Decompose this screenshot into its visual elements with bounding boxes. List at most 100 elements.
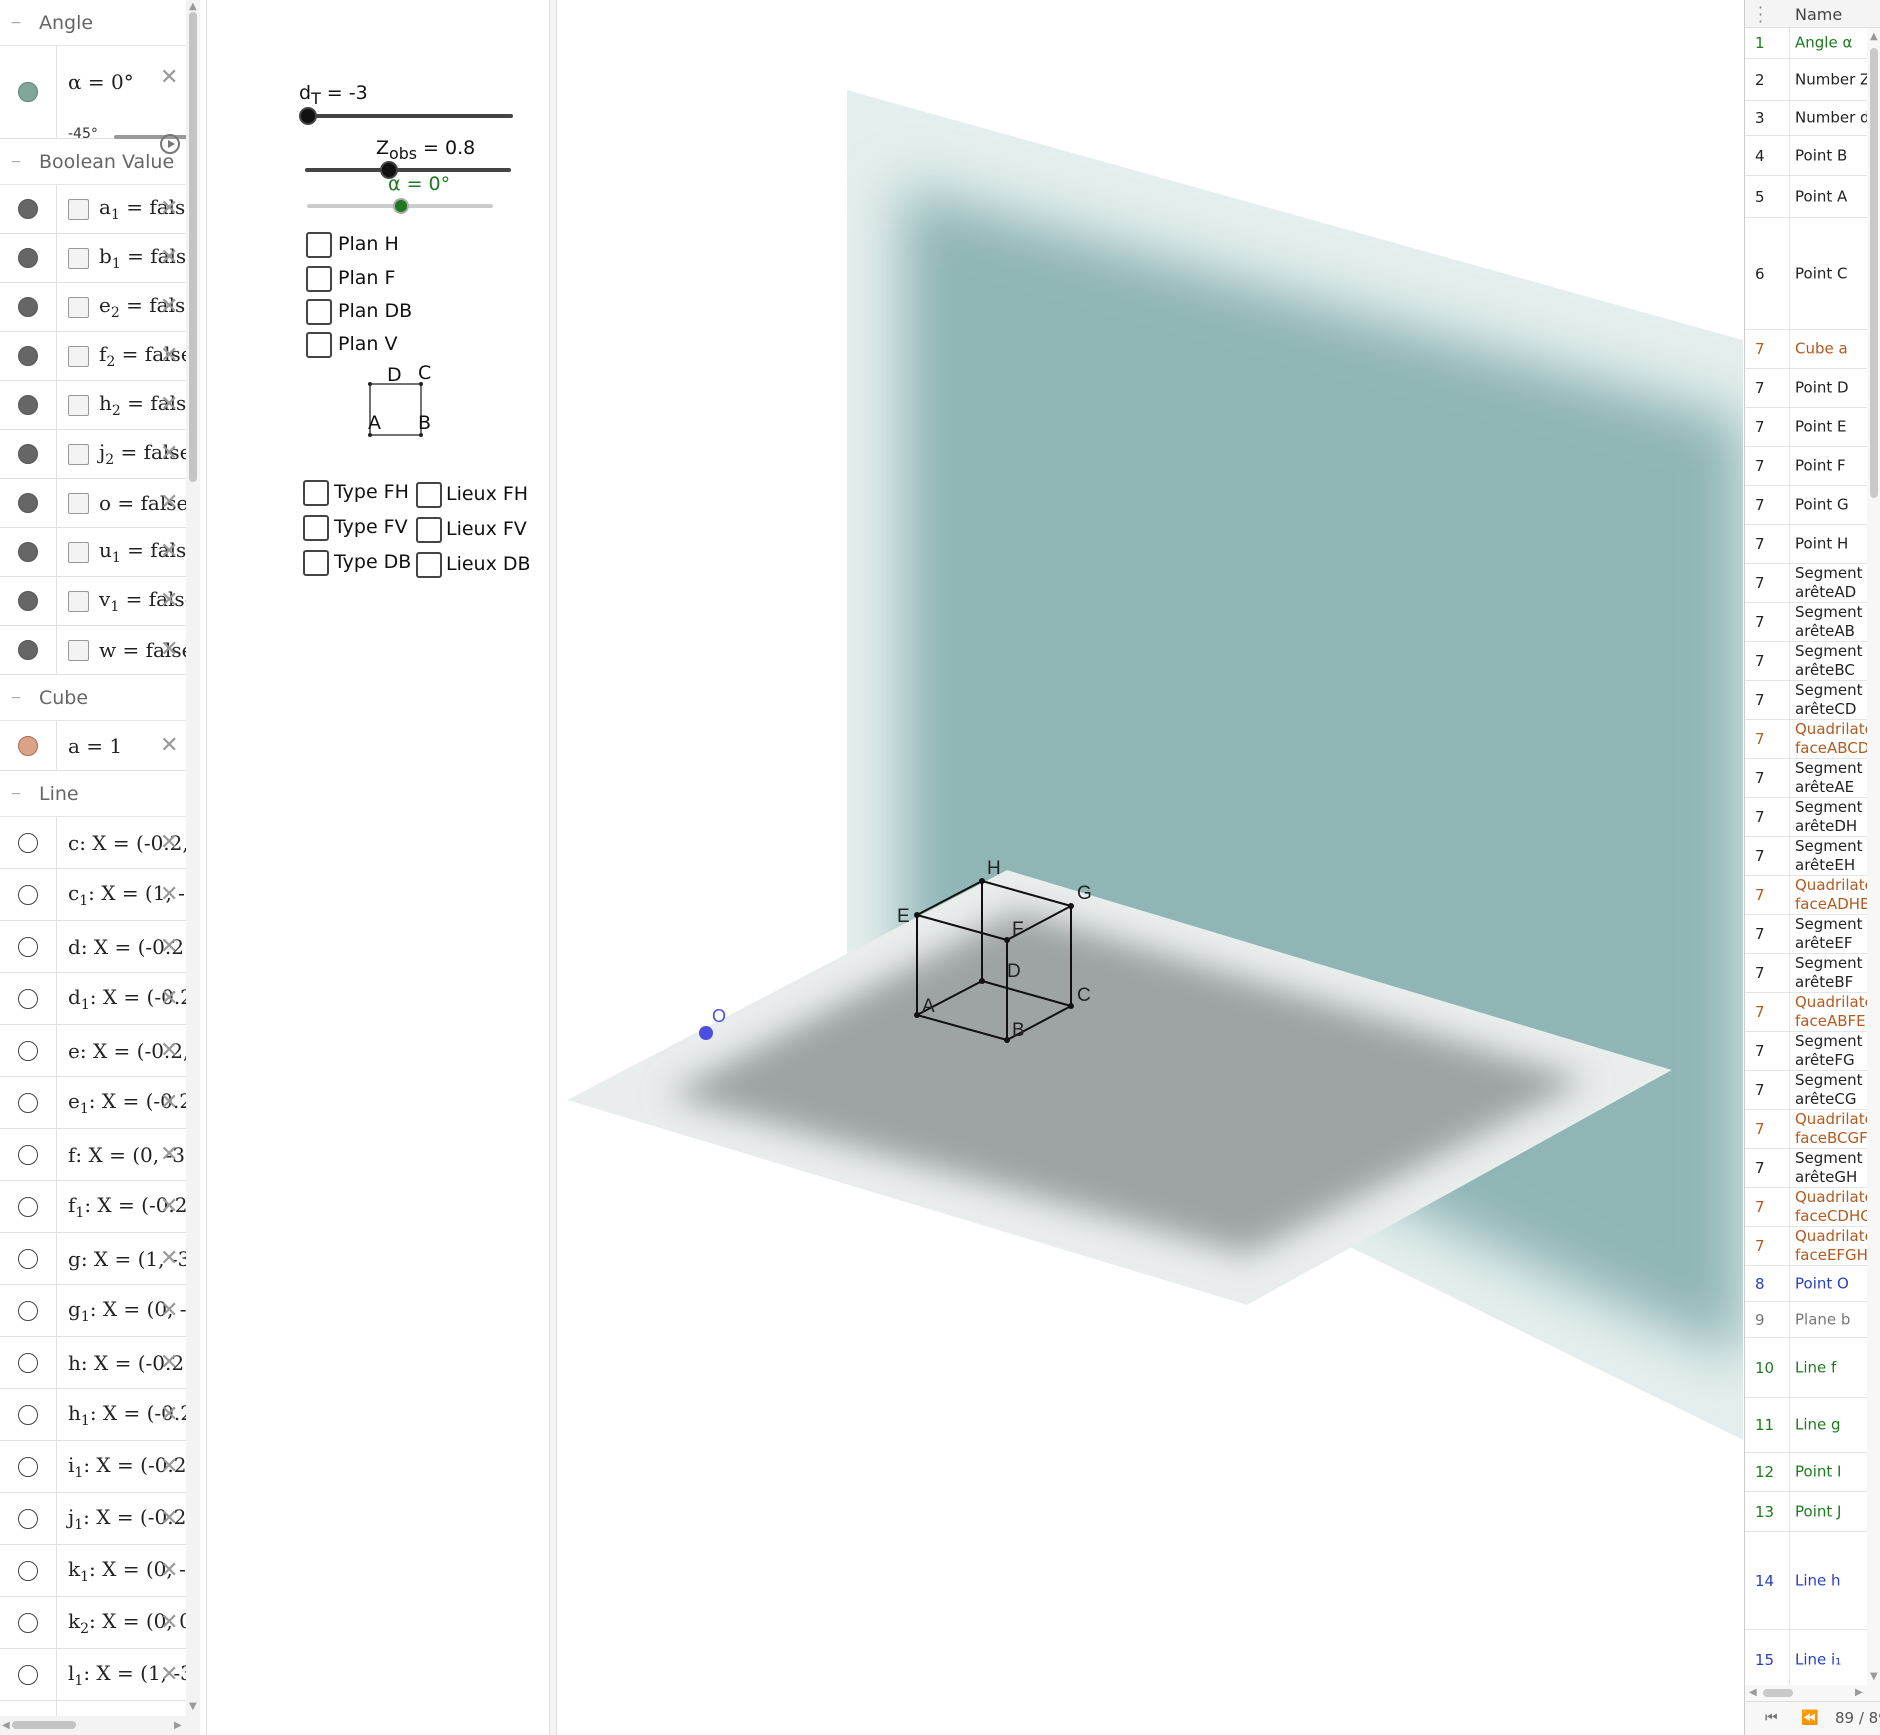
visibility-marker[interactable] [0,1545,57,1596]
vertex-b[interactable] [1004,1037,1010,1043]
delete-icon[interactable]: ✕ [160,881,178,909]
visibility-marker[interactable] [0,381,57,429]
delete-icon[interactable]: ✕ [160,1609,178,1637]
checkbox[interactable] [306,332,332,358]
visibility-dot-icon[interactable] [18,1352,38,1373]
delete-icon[interactable]: ✕ [160,636,178,664]
scroll-right-icon[interactable]: ▶ [174,1721,182,1731]
checkbox[interactable] [306,299,332,325]
visibility-marker[interactable] [0,1701,57,1716]
checkbox[interactable] [416,482,442,508]
protocol-row[interactable]: 7 Segment arêteCD [1745,681,1867,720]
delete-icon[interactable]: ✕ [160,1141,178,1169]
visibility-dot-icon[interactable] [18,988,38,1009]
scroll-left-icon[interactable]: ◀ [2,1721,10,1731]
visibility-dot-icon[interactable] [18,884,38,905]
group-angle[interactable]: − Angle [0,0,186,46]
column-header-name[interactable]: Name [1795,5,1842,24]
visibility-dot-icon[interactable] [18,1664,38,1685]
algebra-vertical-scrollbar[interactable]: ▲ ▼ [186,0,200,1716]
algebra-item-line[interactable]: f1: X = (-0.2 ✕ [0,1181,186,1233]
visibility-marker[interactable] [0,1493,57,1544]
scroll-down-icon[interactable]: ▼ [1870,1672,1878,1682]
protocol-row[interactable]: 7 Segment arêteEH [1745,837,1867,876]
protocol-row[interactable]: 10 Line f [1745,1338,1867,1398]
delete-icon[interactable]: ✕ [160,440,178,468]
algebra-item-line[interactable]: m: X = (0✕ [0,1701,186,1716]
visibility-marker[interactable] [0,332,57,380]
scroll-up-icon[interactable]: ▲ [189,2,197,12]
checkbox-label[interactable]: Type FH [334,481,409,503]
algebra-item-boolean[interactable]: u1 = false✕ [0,528,186,577]
visibility-marker[interactable] [0,921,57,972]
visibility-dot-icon[interactable] [18,591,38,611]
checkbox-label[interactable]: Type DB [334,551,411,573]
play-icon[interactable] [160,134,180,154]
checkbox-label[interactable]: Type FV [334,516,408,538]
previous-step-icon[interactable]: ⏪ [1801,1710,1818,1726]
checkbox[interactable] [303,480,329,506]
visibility-dot-icon[interactable] [18,199,38,219]
checkbox[interactable] [303,515,329,541]
vertex-d[interactable] [979,978,985,984]
scrollbar-thumb[interactable] [1870,48,1878,498]
protocol-row[interactable]: 6 Point C [1745,218,1867,330]
delete-icon[interactable]: ✕ [160,1349,178,1377]
delete-icon[interactable]: ✕ [160,1297,178,1325]
graphics-view[interactable]: dT = -3 Zobs = 0.8 α = 0° Plan H Plan F Pl… [206,0,550,1735]
scrollbar-thumb[interactable] [12,1721,76,1729]
delete-icon[interactable]: ✕ [160,1089,178,1117]
vertex-e[interactable] [914,912,920,918]
visibility-dot-icon[interactable] [18,640,38,660]
protocol-row[interactable]: 7 Segment arêteCG [1745,1071,1867,1110]
delete-icon[interactable]: ✕ [160,342,178,370]
visibility-marker[interactable] [0,528,57,576]
delete-icon[interactable]: ✕ [160,829,178,857]
algebra-item-boolean[interactable]: a1 = false✕ [0,185,186,234]
algebra-item-line[interactable]: d1: X = (-0.2 ✕ [0,973,186,1025]
view-divider[interactable] [550,0,557,1735]
boolean-checkbox[interactable] [68,640,89,661]
visibility-marker[interactable] [0,973,57,1024]
algebra-item-boolean[interactable]: h2 = false✕ [0,381,186,430]
collapse-icon[interactable]: − [6,786,26,802]
algebra-item-boolean[interactable]: f2 = false ✕ [0,332,186,381]
visibility-marker[interactable] [0,1441,57,1492]
collapse-icon[interactable]: − [6,15,26,31]
visibility-dot-icon[interactable] [18,346,38,366]
collapse-icon[interactable]: − [6,154,26,170]
collapse-icon[interactable]: − [6,690,26,706]
algebra-item-cube[interactable]: a = 1 ✕ [0,721,186,771]
visibility-marker[interactable] [0,1389,57,1440]
delete-icon[interactable]: ✕ [160,64,178,92]
protocol-row[interactable]: 7 Point E [1745,408,1867,447]
algebra-item-line[interactable]: c1: X = (1, - ✕ [0,869,186,921]
scrollbar-thumb[interactable] [189,12,197,482]
checkbox[interactable] [416,552,442,578]
protocol-row[interactable]: 7 Quadrilateral faceABFE [1745,993,1867,1032]
visibility-dot-icon[interactable] [18,1144,38,1165]
algebra-item-line[interactable]: k2: X = (0, 0 ✕ [0,1597,186,1649]
protocol-row[interactable]: 7 Quadrilateral faceCDHG [1745,1188,1867,1227]
checkbox[interactable] [416,517,442,543]
boolean-checkbox[interactable] [68,444,89,465]
group-cube[interactable]: − Cube [0,675,186,721]
first-step-icon[interactable]: ⏮ [1765,1710,1778,1726]
delete-icon[interactable]: ✕ [160,1453,178,1481]
delete-icon[interactable]: ✕ [160,1245,178,1273]
checkbox-label[interactable]: Plan V [338,333,397,355]
algebra-item-boolean[interactable]: v1 = false✕ [0,577,186,626]
cube-value[interactable]: a = 1 [68,734,122,758]
visibility-dot-icon[interactable] [18,1508,38,1529]
protocol-row[interactable]: 9 Plane b [1745,1302,1867,1338]
algebra-item-boolean[interactable]: w = false ✕ [0,626,186,675]
delete-icon[interactable]: ✕ [160,587,178,615]
visibility-dot-icon[interactable] [18,82,38,102]
group-line[interactable]: − Line [0,771,186,817]
algebra-item-boolean[interactable]: b1 = false✕ [0,234,186,283]
delete-icon[interactable]: ✕ [160,1661,178,1689]
delete-icon[interactable]: ✕ [160,489,178,517]
visibility-marker[interactable] [0,1285,57,1336]
slider-alpha-knob[interactable] [393,198,409,214]
slider-zobs-track[interactable] [305,168,511,172]
